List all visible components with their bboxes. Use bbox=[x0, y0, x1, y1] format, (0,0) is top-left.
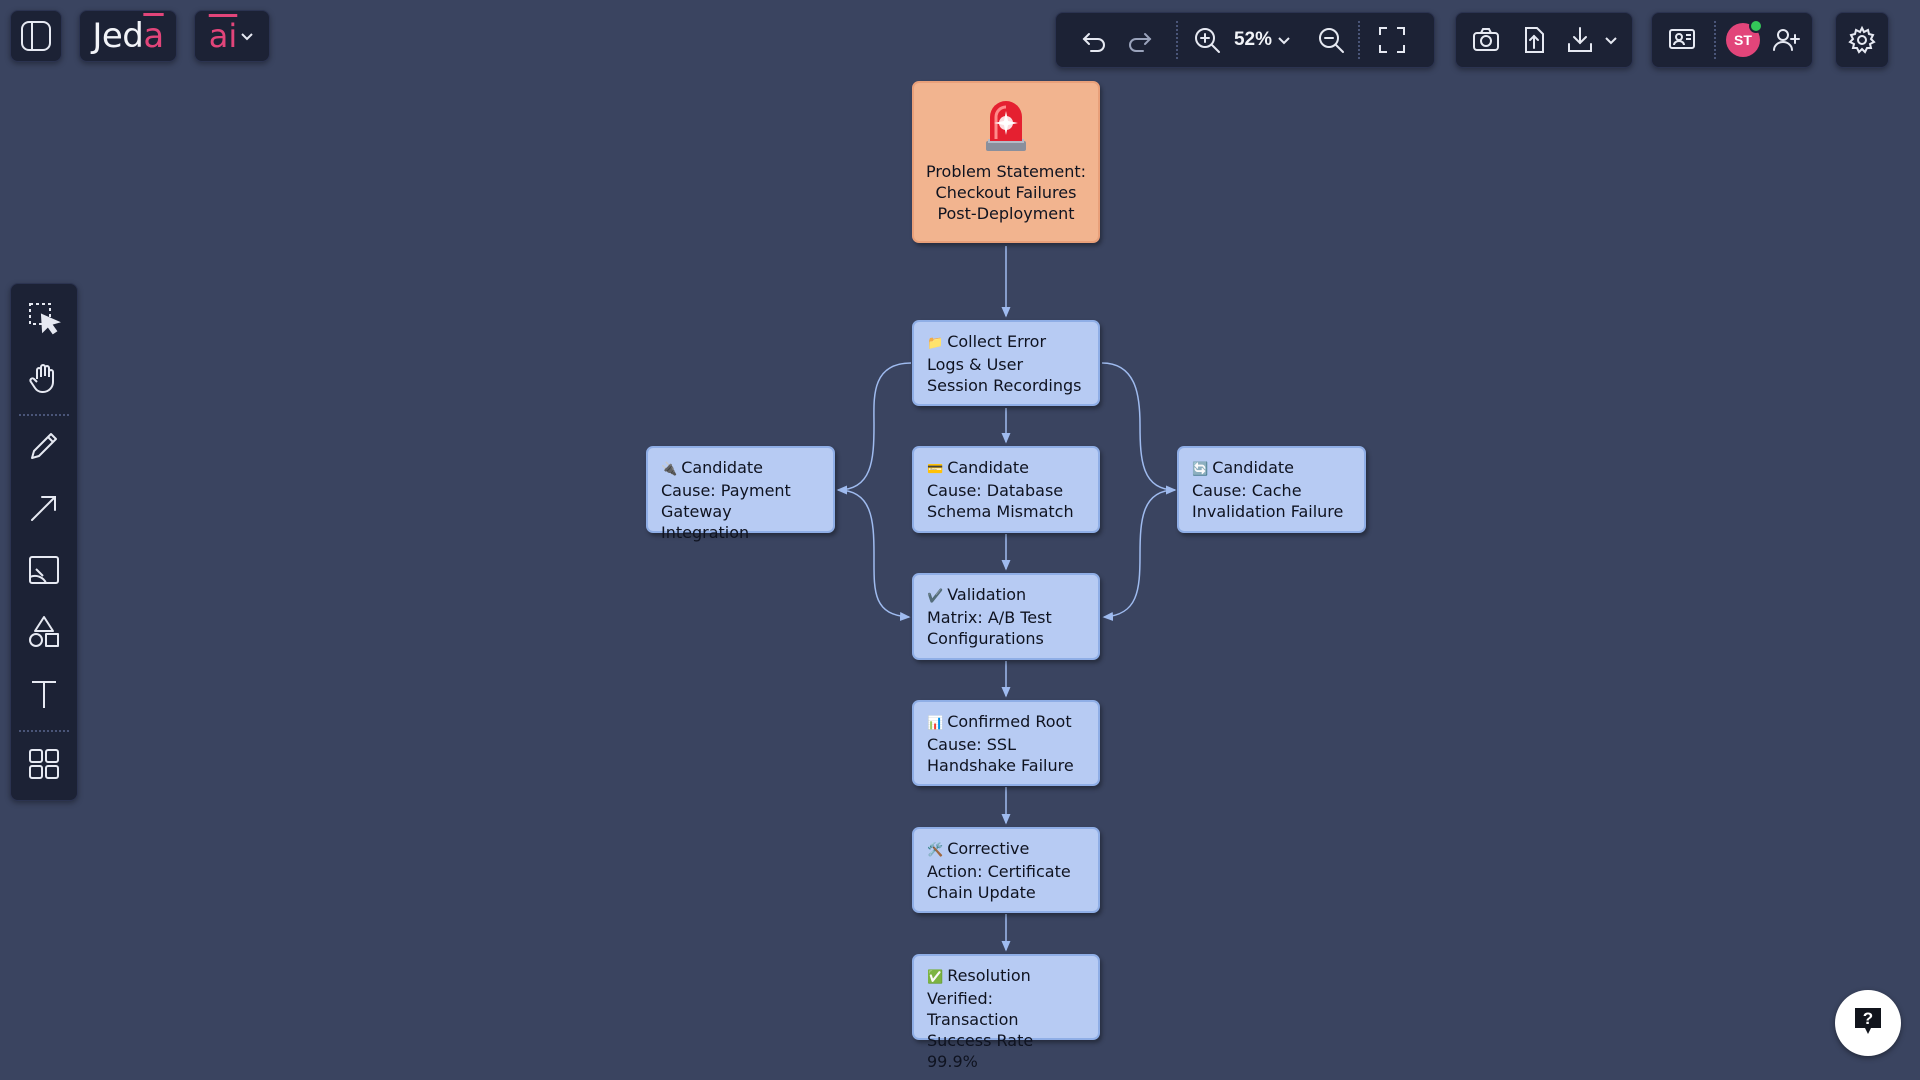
palette-separator bbox=[19, 730, 69, 732]
arrow-icon[interactable] bbox=[22, 486, 66, 530]
undo-icon[interactable] bbox=[1076, 22, 1112, 58]
sidebar-panel-icon bbox=[11, 11, 61, 61]
root-cause-node[interactable]: 📊 Confirmed Root Cause: SSL Handshake Fai… bbox=[912, 700, 1100, 786]
siren-icon bbox=[920, 95, 1092, 153]
toolbar-separator bbox=[1358, 21, 1360, 59]
connector bbox=[836, 362, 912, 495]
select-icon[interactable] bbox=[22, 296, 66, 340]
camera-icon[interactable] bbox=[1468, 22, 1504, 58]
corrective-action-node[interactable]: 🛠️ Corrective Action: Certificate Chain U… bbox=[912, 827, 1100, 913]
toolbar-separator bbox=[1714, 21, 1716, 59]
chevron-down-icon[interactable] bbox=[1600, 22, 1622, 58]
svg-text:?: ? bbox=[1863, 1009, 1873, 1028]
image-icon[interactable] bbox=[22, 548, 66, 592]
export-toolbar bbox=[1455, 12, 1633, 68]
plug-icon: 🔌 bbox=[661, 462, 678, 477]
zoom-out-icon[interactable] bbox=[1313, 22, 1349, 58]
node-text: Corrective Action: Certificate Chain Upd… bbox=[927, 839, 1071, 902]
collaboration-toolbar: ST bbox=[1651, 12, 1813, 68]
fit-screen-icon[interactable] bbox=[1374, 22, 1410, 58]
gear-icon bbox=[1844, 22, 1880, 58]
chevron-down-icon bbox=[239, 27, 255, 46]
chevron-down-icon bbox=[1276, 34, 1292, 46]
folder-icon: 📁 bbox=[927, 336, 944, 351]
resolution-node[interactable]: ✅ Resolution Verified: Transaction Succes… bbox=[912, 954, 1100, 1071]
check-mark-icon: ✔️ bbox=[927, 589, 944, 604]
download-icon[interactable] bbox=[1562, 22, 1598, 58]
refresh-icon: 🔄 bbox=[1192, 462, 1209, 477]
presentation-icon[interactable] bbox=[1664, 22, 1700, 58]
tools-icon: 🛠️ bbox=[927, 843, 944, 858]
collect-logs-node[interactable]: 📁 Collect Error Logs & User Session Recor… bbox=[912, 320, 1100, 406]
online-status-indicator bbox=[1749, 19, 1763, 33]
logo-accent: a bbox=[143, 16, 164, 56]
zoom-in-icon[interactable] bbox=[1189, 22, 1225, 58]
pencil-icon[interactable] bbox=[22, 424, 66, 468]
add-user-icon[interactable] bbox=[1768, 22, 1804, 58]
tool-palette bbox=[10, 283, 78, 801]
connector bbox=[837, 489, 911, 622]
node-text: Confirmed Root Cause: SSL Handshake Fail… bbox=[927, 712, 1074, 775]
card-icon: 💳 bbox=[927, 462, 944, 477]
node-text: Validation Matrix: A/B Test Configuratio… bbox=[927, 585, 1052, 648]
zoom-level-dropdown[interactable]: 52% bbox=[1232, 22, 1294, 58]
problem-statement-text: Problem Statement: Checkout Failures Pos… bbox=[925, 162, 1087, 223]
upload-file-icon[interactable] bbox=[1516, 22, 1552, 58]
sidebar-toggle-button[interactable] bbox=[10, 10, 62, 62]
help-button[interactable]: ? bbox=[1835, 990, 1901, 1056]
checkbox-icon: ✅ bbox=[927, 970, 944, 985]
connector bbox=[1102, 489, 1176, 621]
node-text: Candidate Cause: Database Schema Mismatc… bbox=[927, 458, 1074, 521]
problem-statement-node[interactable]: Problem Statement: Checkout Failures Pos… bbox=[912, 81, 1100, 243]
ai-label: ai bbox=[208, 17, 238, 55]
logo-text: Jed bbox=[92, 16, 144, 56]
zoom-level-label: 52% bbox=[1233, 29, 1273, 50]
settings-button[interactable] bbox=[1835, 12, 1889, 68]
toolbar-separator bbox=[1176, 21, 1178, 59]
validation-matrix-node[interactable]: ✔️ Validation Matrix: A/B Test Configurat… bbox=[912, 573, 1100, 660]
payment-gateway-node[interactable]: 🔌 Candidate Cause: Payment Gateway Integr… bbox=[646, 446, 835, 542]
cache-invalidation-node[interactable]: 🔄 Candidate Cause: Cache Invalidation Fai… bbox=[1177, 446, 1366, 533]
view-toolbar: 52% bbox=[1055, 12, 1435, 68]
bar-chart-icon: 📊 bbox=[927, 716, 944, 731]
node-text: Candidate Cause: Cache Invalidation Fail… bbox=[1192, 458, 1344, 521]
redo-icon[interactable] bbox=[1122, 22, 1158, 58]
text-icon[interactable] bbox=[22, 672, 66, 716]
node-text: Collect Error Logs & User Session Record… bbox=[927, 332, 1082, 395]
ai-menu-button[interactable]: ai bbox=[194, 10, 270, 62]
palette-separator bbox=[19, 414, 69, 416]
help-icon: ? bbox=[1851, 1004, 1885, 1042]
shapes-icon[interactable] bbox=[22, 610, 66, 654]
hand-icon[interactable] bbox=[22, 356, 66, 400]
database-schema-node[interactable]: 💳 Candidate Cause: Database Schema Mismat… bbox=[912, 446, 1100, 533]
app-logo[interactable]: Jeda bbox=[79, 10, 177, 62]
connector bbox=[1101, 362, 1177, 495]
node-text: Candidate Cause: Payment Gateway Integra… bbox=[661, 458, 791, 542]
grid-icon[interactable] bbox=[22, 742, 66, 786]
